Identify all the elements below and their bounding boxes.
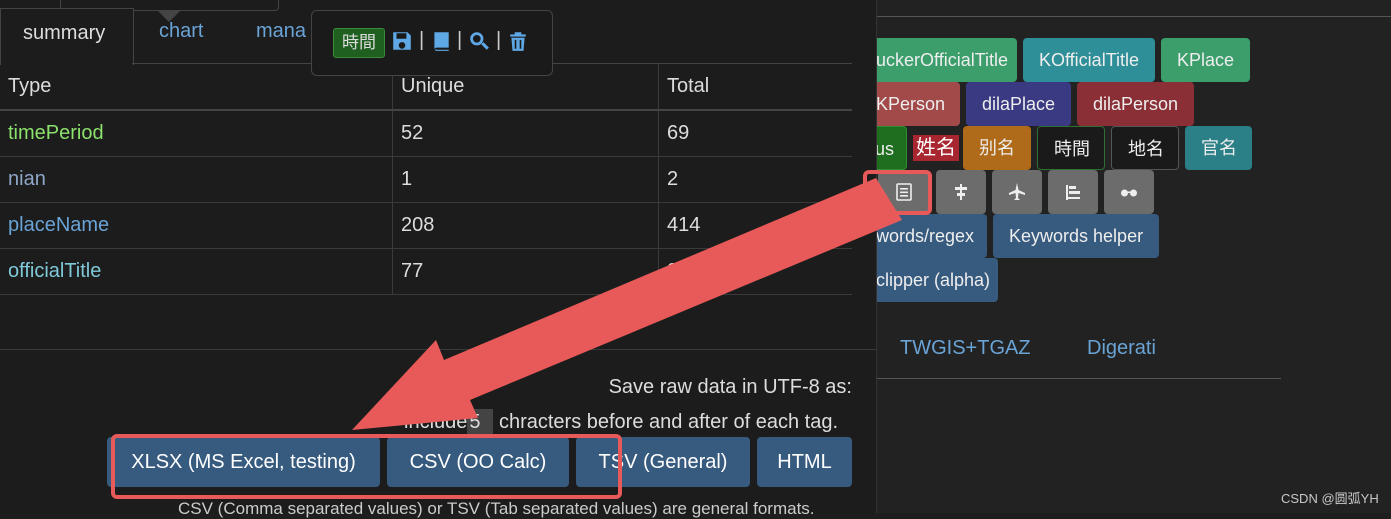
table-row: timePeriod 52 69 bbox=[0, 110, 852, 157]
tag-button-kplace[interactable]: KPlace bbox=[1161, 38, 1250, 82]
include-prefix: include bbox=[404, 411, 468, 433]
tag-button-dilaperson[interactable]: dilaPerson bbox=[1077, 82, 1194, 126]
type-cell[interactable]: placeName bbox=[0, 202, 393, 249]
tag-button-placename[interactable]: 地名 bbox=[1111, 126, 1179, 170]
unique-cell: 208 bbox=[392, 202, 659, 249]
tab-label: summary bbox=[23, 22, 106, 44]
align-left-icon bbox=[1066, 185, 1080, 200]
html-export-button[interactable]: HTML bbox=[757, 437, 852, 487]
tag-button-uckerofficialtitle[interactable]: uckerOfficialTitle bbox=[860, 38, 1017, 82]
plane-button[interactable] bbox=[992, 170, 1042, 214]
tab-manage[interactable]: mana bbox=[256, 20, 306, 43]
search-button[interactable] bbox=[467, 27, 491, 55]
trash-icon bbox=[510, 32, 526, 51]
watermark: CSDN @圆弧YH bbox=[1281, 491, 1379, 506]
type-cell[interactable]: officialTitle bbox=[0, 248, 393, 295]
save-icon bbox=[393, 32, 411, 50]
separator: | bbox=[419, 29, 425, 51]
summary-table: Type Unique Total timePeriod 52 69 nian … bbox=[0, 64, 852, 295]
separator: | bbox=[457, 29, 463, 51]
tag-button-alias[interactable]: 别名 bbox=[963, 126, 1031, 170]
book-button[interactable] bbox=[429, 27, 453, 55]
format-footnote: CSV (Comma separated values) or TSV (Tab… bbox=[178, 499, 815, 518]
type-cell[interactable]: nian bbox=[0, 156, 393, 203]
table-row: nian 1 2 bbox=[0, 156, 852, 203]
clipper-button[interactable]: clipper (alpha) bbox=[860, 258, 998, 302]
tag-button-kofficialtitle[interactable]: KOfficialTitle bbox=[1023, 38, 1155, 82]
plane-icon bbox=[1009, 183, 1025, 200]
align-center-icon bbox=[955, 184, 967, 200]
unique-cell: 1 bbox=[392, 156, 659, 203]
table-row: placeName 208 414 bbox=[0, 202, 852, 249]
annotation-highlight-box bbox=[863, 170, 932, 215]
search-icon bbox=[470, 32, 489, 50]
keywords-regex-button[interactable]: words/regex bbox=[860, 214, 987, 258]
align-center-button[interactable] bbox=[936, 170, 986, 214]
type-cell[interactable]: timePeriod bbox=[0, 110, 393, 157]
glasses-button[interactable] bbox=[1104, 170, 1154, 214]
total-cell: 69 bbox=[658, 110, 852, 157]
tag-popup-toolbar: 時間 | | | bbox=[311, 10, 553, 76]
tag-button-officialtitle[interactable]: 官名 bbox=[1185, 126, 1252, 170]
total-cell: 2 bbox=[658, 156, 852, 203]
tab-chart[interactable]: chart bbox=[159, 20, 203, 43]
tab-summary[interactable]: summary bbox=[0, 8, 134, 65]
glasses-icon bbox=[1121, 189, 1137, 197]
table-row: officialTitle 77 98 bbox=[0, 248, 852, 295]
include-line: include 5 chracters before and after of e… bbox=[404, 409, 838, 435]
align-left-button[interactable] bbox=[1048, 170, 1098, 214]
time-tag-badge[interactable]: 時間 bbox=[333, 28, 385, 58]
tag-button-dilaplace[interactable]: dilaPlace bbox=[966, 82, 1071, 126]
divider bbox=[876, 378, 1281, 379]
book-icon bbox=[434, 32, 449, 51]
total-cell: 414 bbox=[658, 202, 852, 249]
column-header-total: Total bbox=[658, 64, 852, 111]
unique-cell: 52 bbox=[392, 110, 659, 157]
unique-cell: 77 bbox=[392, 248, 659, 295]
tag-button-time[interactable]: 時間 bbox=[1037, 126, 1105, 170]
keywords-helper-button[interactable]: Keywords helper bbox=[993, 214, 1159, 258]
annotation-highlight-box bbox=[111, 434, 622, 499]
link-digerati[interactable]: Digerati bbox=[1087, 337, 1156, 360]
tag-button-surname[interactable]: 姓名 bbox=[913, 135, 959, 161]
include-suffix: chracters before and after of each tag. bbox=[498, 411, 839, 433]
total-cell: 98 bbox=[658, 248, 852, 295]
separator: | bbox=[496, 29, 502, 51]
save-button[interactable] bbox=[390, 27, 414, 55]
include-chars-input[interactable]: 5 bbox=[467, 409, 494, 435]
save-raw-text: Save raw data in UTF-8 as: bbox=[608, 376, 852, 398]
delete-button[interactable] bbox=[506, 27, 530, 55]
divider bbox=[0, 349, 876, 350]
link-twgis-tgaz[interactable]: TWGIS+TGAZ bbox=[900, 337, 1031, 360]
divider bbox=[876, 16, 1391, 17]
